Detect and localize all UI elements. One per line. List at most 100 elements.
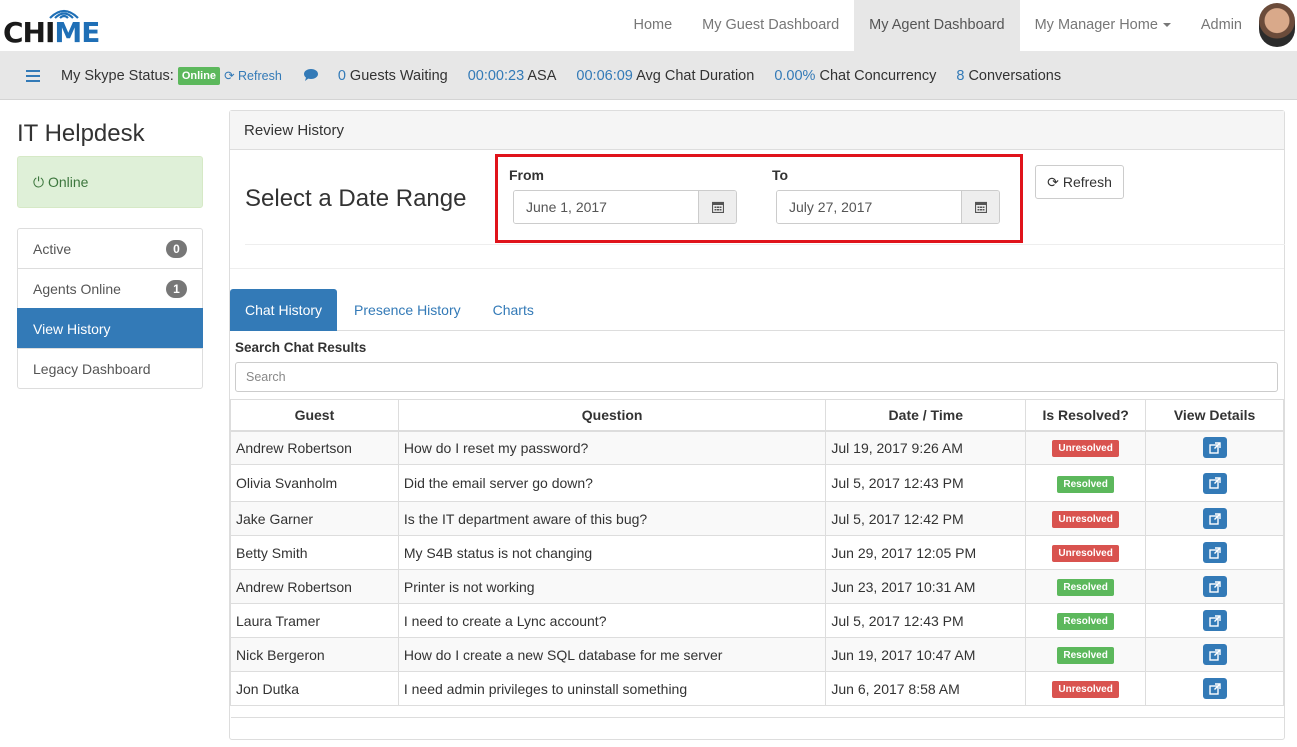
history-tabs: Chat History Presence History Charts (230, 289, 1284, 331)
date-cell: Jul 5, 2017 12:43 PM (825, 464, 1027, 502)
sidebar-item-agents-online[interactable]: Agents Online 1 (17, 268, 203, 309)
conversations-value: 8 (956, 67, 965, 84)
from-label: From (509, 167, 544, 183)
divider (245, 244, 1285, 245)
status-badge: Unresolved (1052, 545, 1119, 562)
calendar-icon[interactable] (698, 191, 736, 223)
avg-chat-duration-label: Avg Chat Duration (636, 67, 755, 84)
chat-concurrency-stat: 0.00% Chat Concurrency (774, 68, 936, 84)
refresh-button-label: Refresh (1062, 174, 1112, 190)
status-refresh-label: Refresh (238, 69, 282, 83)
sidebar-item-label: View History (33, 320, 111, 337)
column-header[interactable]: View Details (1145, 399, 1284, 432)
sidebar-item-view-history[interactable]: View History (17, 308, 203, 349)
table-filler-row (230, 705, 1284, 718)
skype-status-label: My Skype Status: (61, 67, 174, 84)
chat-concurrency-label: Chat Concurrency (819, 67, 937, 84)
external-link-icon[interactable] (1202, 576, 1227, 597)
column-header[interactable]: Date / Time (825, 399, 1027, 432)
status-badge: Unresolved (1052, 511, 1119, 528)
from-date-input[interactable]: June 1, 2017 (514, 191, 698, 223)
tab-presence-history[interactable]: Presence History (339, 289, 476, 331)
sidebar-item-legacy-dashboard[interactable]: Legacy Dashboard (17, 348, 203, 389)
asa-label: ASA (527, 67, 557, 84)
external-link-icon[interactable] (1202, 610, 1227, 631)
date-cell: Jun 29, 2017 12:05 PM (825, 535, 1027, 570)
divider (230, 268, 1284, 269)
status-bar: My Skype Status: Online ⟳ Refresh 0 Gues… (0, 51, 1297, 100)
table-row: Andrew Robertson Printer is not working Ju… (230, 569, 1284, 604)
nav-guest-dashboard[interactable]: My Guest Dashboard (687, 0, 854, 51)
external-link-icon[interactable] (1202, 542, 1227, 563)
count-badge: 0 (166, 239, 187, 258)
status-badge: Unresolved (1052, 440, 1119, 458)
nav-agent-dashboard[interactable]: My Agent Dashboard (854, 0, 1020, 51)
date-cell: Jul 19, 2017 9:26 AM (825, 430, 1027, 465)
view-details-cell (1145, 637, 1284, 672)
sidebar-item-label: Agents Online (33, 280, 121, 297)
nav-admin[interactable]: Admin (1186, 0, 1257, 51)
external-link-icon[interactable] (1202, 678, 1227, 699)
column-header[interactable]: Is Resolved? (1025, 399, 1147, 432)
table-row: Andrew Robertson How do I reset my passwo… (230, 430, 1284, 465)
table-row: Betty Smith My S4B status is not changing… (230, 535, 1284, 570)
tab-charts[interactable]: Charts (478, 289, 549, 331)
external-link-icon[interactable] (1202, 472, 1227, 494)
question-cell: Did the email server go down? (397, 464, 827, 502)
guests-waiting-stat: 0 Guests Waiting (338, 68, 448, 84)
date-range-title: Select a Date Range (245, 185, 467, 212)
nav-manager-home-label: My Manager Home (1034, 17, 1158, 33)
tab-chat-history[interactable]: Chat History (230, 289, 338, 331)
status-refresh-link[interactable]: ⟳ Refresh (224, 68, 282, 83)
user-avatar[interactable] (1257, 0, 1297, 51)
guests-waiting-label: Guests Waiting (349, 67, 448, 84)
sidebar-title: IT Helpdesk (17, 120, 145, 147)
view-details-cell (1145, 464, 1284, 502)
guests-waiting-value: 0 (337, 67, 346, 84)
search-input[interactable]: Search (235, 362, 1278, 392)
view-details-cell (1145, 671, 1284, 706)
asa-stat: 00:00:23 ASA (468, 68, 557, 84)
table-row: Jake Garner Is the IT department aware of… (230, 501, 1284, 536)
external-link-icon[interactable] (1202, 508, 1227, 529)
refresh-button[interactable]: ⟳ Refresh (1035, 165, 1124, 199)
view-details-cell (1145, 430, 1284, 465)
nav-home[interactable]: Home (618, 0, 687, 51)
resolved-cell: Resolved (1025, 637, 1147, 672)
resolved-cell: Unresolved (1025, 501, 1147, 536)
count-badge: 1 (166, 279, 187, 298)
external-link-icon[interactable] (1202, 644, 1227, 665)
table-row: Jon Dutka I need admin privileges to unin… (230, 671, 1284, 706)
view-details-cell (1145, 501, 1284, 536)
review-history-panel: Review History Select a Date Range From … (229, 110, 1285, 740)
refresh-icon: ⟳ (224, 69, 235, 83)
column-header[interactable]: Guest (230, 399, 399, 432)
guest-cell: Jake Garner (230, 501, 399, 536)
date-cell: Jun 23, 2017 10:31 AM (825, 569, 1027, 604)
caret-down-icon (1162, 23, 1171, 28)
top-navbar: CHIME Home My Guest Dashboard My Agent D… (0, 0, 1297, 51)
table-row: Nick Bergeron How do I create a new SQL d… (230, 637, 1284, 672)
column-header[interactable]: Question (397, 399, 827, 432)
guest-cell: Laura Tramer (230, 603, 399, 638)
to-date-input[interactable]: July 27, 2017 (777, 191, 961, 223)
sidebar-item-active[interactable]: Active 0 (17, 228, 203, 269)
table-row: Laura Tramer I need to create a Lync acco… (230, 603, 1284, 638)
resolved-cell: Resolved (1025, 603, 1147, 638)
date-cell: Jul 5, 2017 12:42 PM (825, 501, 1027, 536)
online-status-label: Online (47, 174, 89, 190)
nav-manager-home[interactable]: My Manager Home (1020, 0, 1186, 51)
external-link-icon[interactable] (1202, 437, 1227, 459)
chat-bubble-icon (303, 68, 318, 84)
refresh-icon: ⟳ (1047, 173, 1059, 190)
guest-cell: Betty Smith (230, 535, 399, 570)
avg-chat-duration-value: 00:06:09 (576, 67, 633, 84)
from-date-picker[interactable]: June 1, 2017 (513, 190, 737, 224)
question-cell: Printer is not working (397, 569, 827, 604)
table-row: Olivia Svanholm Did the email server go d… (230, 464, 1284, 502)
chime-logo[interactable]: CHIME (3, 6, 103, 49)
calendar-icon[interactable] (961, 191, 999, 223)
guest-cell: Nick Bergeron (230, 637, 399, 672)
list-menu-icon[interactable] (26, 69, 40, 82)
to-date-picker[interactable]: July 27, 2017 (776, 190, 1000, 224)
